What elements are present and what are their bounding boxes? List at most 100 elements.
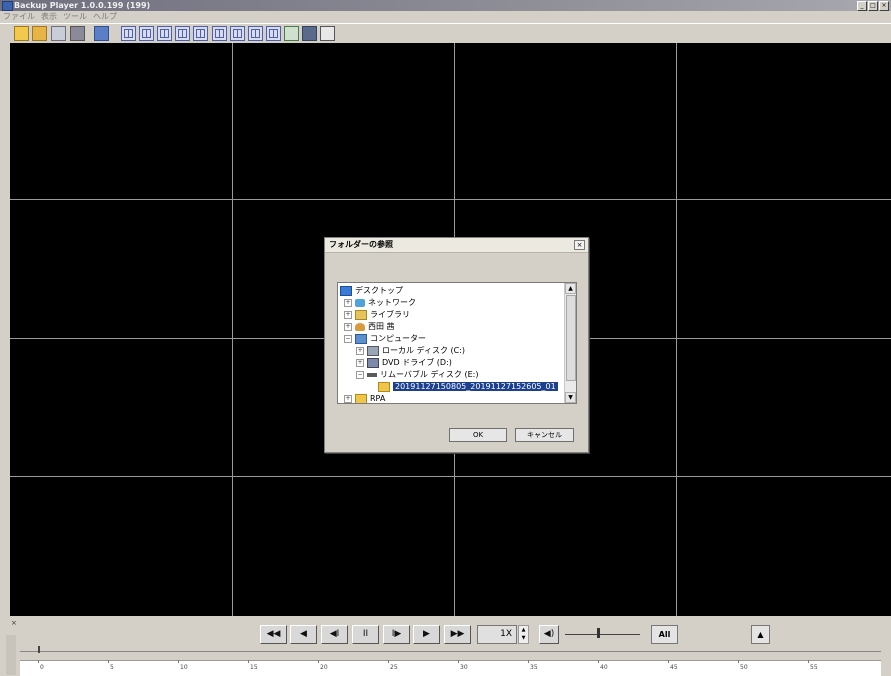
grid-divider bbox=[10, 476, 891, 477]
tree-item-library[interactable]: + ライブラリ bbox=[344, 309, 410, 320]
cancel-button[interactable]: キャンセル bbox=[515, 428, 574, 442]
timeline-tick-label: 30 bbox=[460, 664, 468, 671]
expand-icon[interactable]: + bbox=[344, 298, 352, 307]
collapse-icon[interactable]: − bbox=[356, 370, 364, 379]
layout-9-icon[interactable] bbox=[175, 26, 190, 41]
dialog-close-button[interactable]: × bbox=[574, 240, 585, 250]
eject-button[interactable]: ▲ bbox=[751, 625, 770, 644]
capture-icon[interactable] bbox=[320, 26, 335, 41]
print-icon[interactable] bbox=[51, 26, 66, 41]
timeline-tick-mark bbox=[598, 660, 599, 663]
menu-file[interactable]: ファイル bbox=[3, 11, 35, 22]
next-icon[interactable] bbox=[248, 26, 263, 41]
timeline-tick-label: 0 bbox=[40, 664, 44, 671]
seq-icon[interactable] bbox=[266, 26, 281, 41]
expand-icon[interactable]: + bbox=[344, 322, 352, 331]
desktop-icon bbox=[340, 285, 352, 296]
close-button[interactable]: × bbox=[879, 1, 889, 11]
fast-rewind-button[interactable]: ◀◀ bbox=[260, 625, 287, 644]
app-icon bbox=[2, 1, 13, 11]
all-button[interactable]: All bbox=[651, 625, 678, 644]
prev-icon[interactable] bbox=[230, 26, 245, 41]
tv-icon[interactable] bbox=[302, 26, 317, 41]
step-back-button[interactable]: ◀Ⅰ bbox=[321, 625, 348, 644]
tree-item-computer[interactable]: − コンピューター bbox=[344, 333, 426, 344]
maximize-button[interactable]: □ bbox=[868, 1, 878, 11]
expand-icon[interactable]: + bbox=[344, 310, 352, 319]
play-button[interactable]: ▶ bbox=[413, 625, 440, 644]
tree-item-user[interactable]: + 西田 茜 bbox=[344, 321, 395, 332]
menu-tools[interactable]: ツール bbox=[63, 11, 87, 22]
tree-item-network[interactable]: + ネットワーク bbox=[344, 297, 416, 308]
volume-slider[interactable] bbox=[565, 634, 640, 635]
scroll-up-icon[interactable]: ▲ bbox=[565, 283, 576, 294]
tree-item-dvd[interactable]: + DVD ドライブ (D:) bbox=[356, 357, 452, 368]
tree-item-local-disk[interactable]: + ローカル ディスク (C:) bbox=[356, 345, 465, 356]
search-icon[interactable] bbox=[94, 26, 109, 41]
expand-icon[interactable]: + bbox=[356, 358, 364, 367]
open-folder-icon[interactable] bbox=[14, 26, 29, 41]
expand-icon[interactable]: + bbox=[356, 346, 364, 355]
window-title: Backup Player 1.0.0.199 (199) bbox=[14, 1, 151, 10]
timeline-tick-mark bbox=[738, 660, 739, 663]
fast-forward-button[interactable]: ▶▶ bbox=[444, 625, 471, 644]
timeline-tick-mark bbox=[528, 660, 529, 663]
layout-1-icon[interactable] bbox=[121, 26, 136, 41]
scroll-thumb[interactable] bbox=[566, 295, 576, 381]
layout-cycle-icon[interactable] bbox=[212, 26, 227, 41]
menu-bar: ファイル 表示 ツール ヘルプ bbox=[0, 11, 117, 22]
speed-field[interactable]: 1X bbox=[477, 625, 517, 644]
timeline-tick-label: 25 bbox=[390, 664, 398, 671]
tree-item-desktop[interactable]: デスクトップ bbox=[340, 285, 403, 296]
grid-divider bbox=[232, 43, 233, 616]
tree-item-label: デスクトップ bbox=[355, 286, 403, 295]
timeline-tick-label: 55 bbox=[810, 664, 818, 671]
timeline-tick-label: 20 bbox=[320, 664, 328, 671]
speed-spinner[interactable]: ▲ ▼ bbox=[518, 625, 529, 644]
ok-button[interactable]: OK bbox=[449, 428, 507, 442]
timeline-tick-label: 10 bbox=[180, 664, 188, 671]
volume-slider-thumb[interactable] bbox=[597, 628, 600, 638]
play-backward-button[interactable]: ◀ bbox=[290, 625, 317, 644]
channel-ruler bbox=[6, 635, 16, 675]
camera-icon[interactable] bbox=[70, 26, 85, 41]
timeline-thumb[interactable] bbox=[38, 646, 40, 653]
snapshot-icon[interactable] bbox=[284, 26, 299, 41]
folder-icon bbox=[355, 393, 367, 403]
tree-item-label: RPA bbox=[370, 394, 386, 403]
folder-tree[interactable]: デスクトップ + ネットワーク + ライブラリ + 西田 茜 − コンピューター… bbox=[337, 282, 577, 404]
tree-item-label: ライブラリ bbox=[370, 310, 410, 319]
timeline-tick-mark bbox=[38, 660, 39, 663]
expand-icon[interactable]: + bbox=[344, 394, 352, 403]
toolbar bbox=[0, 23, 891, 44]
minimize-button[interactable]: _ bbox=[857, 1, 867, 11]
timeline-track[interactable] bbox=[20, 651, 881, 652]
timeline-tick-label: 35 bbox=[530, 664, 538, 671]
layout-4-icon[interactable] bbox=[139, 26, 154, 41]
timeline-tick-label: 45 bbox=[670, 664, 678, 671]
tree-item-removable[interactable]: − リムーバブル ディスク (E:) bbox=[356, 369, 478, 380]
timeline-tick-mark bbox=[388, 660, 389, 663]
step-forward-button[interactable]: Ⅰ▶ bbox=[383, 625, 410, 644]
pause-button[interactable]: ⅠⅠ bbox=[352, 625, 379, 644]
timeline-tick-mark bbox=[458, 660, 459, 663]
tree-item-label: リムーバブル ディスク (E:) bbox=[380, 370, 479, 379]
menu-help[interactable]: ヘルプ bbox=[93, 11, 117, 22]
timeline-tick-label: 15 bbox=[250, 664, 258, 671]
tree-item-rpa[interactable]: + RPA bbox=[344, 393, 386, 403]
tree-scrollbar[interactable]: ▲ ▼ bbox=[564, 283, 576, 403]
scroll-down-icon[interactable]: ▼ bbox=[565, 392, 576, 403]
tree-item-label: 西田 茜 bbox=[368, 322, 395, 331]
timeline-ruler[interactable] bbox=[20, 660, 881, 676]
collapse-icon[interactable]: − bbox=[344, 334, 352, 343]
open-file-icon[interactable] bbox=[32, 26, 47, 41]
tree-item-backup-folder[interactable]: 20191127150805_20191127152605_01 bbox=[378, 381, 558, 392]
timeline-tick-mark bbox=[108, 660, 109, 663]
panel-close-icon[interactable]: × bbox=[11, 619, 17, 627]
volume-icon[interactable]: ◀) bbox=[539, 625, 559, 644]
tree-item-label: DVD ドライブ (D:) bbox=[382, 358, 452, 367]
layout-6-icon[interactable] bbox=[157, 26, 172, 41]
layout-16-icon[interactable] bbox=[193, 26, 208, 41]
menu-view[interactable]: 表示 bbox=[41, 11, 57, 22]
tree-item-label: コンピューター bbox=[370, 334, 426, 343]
